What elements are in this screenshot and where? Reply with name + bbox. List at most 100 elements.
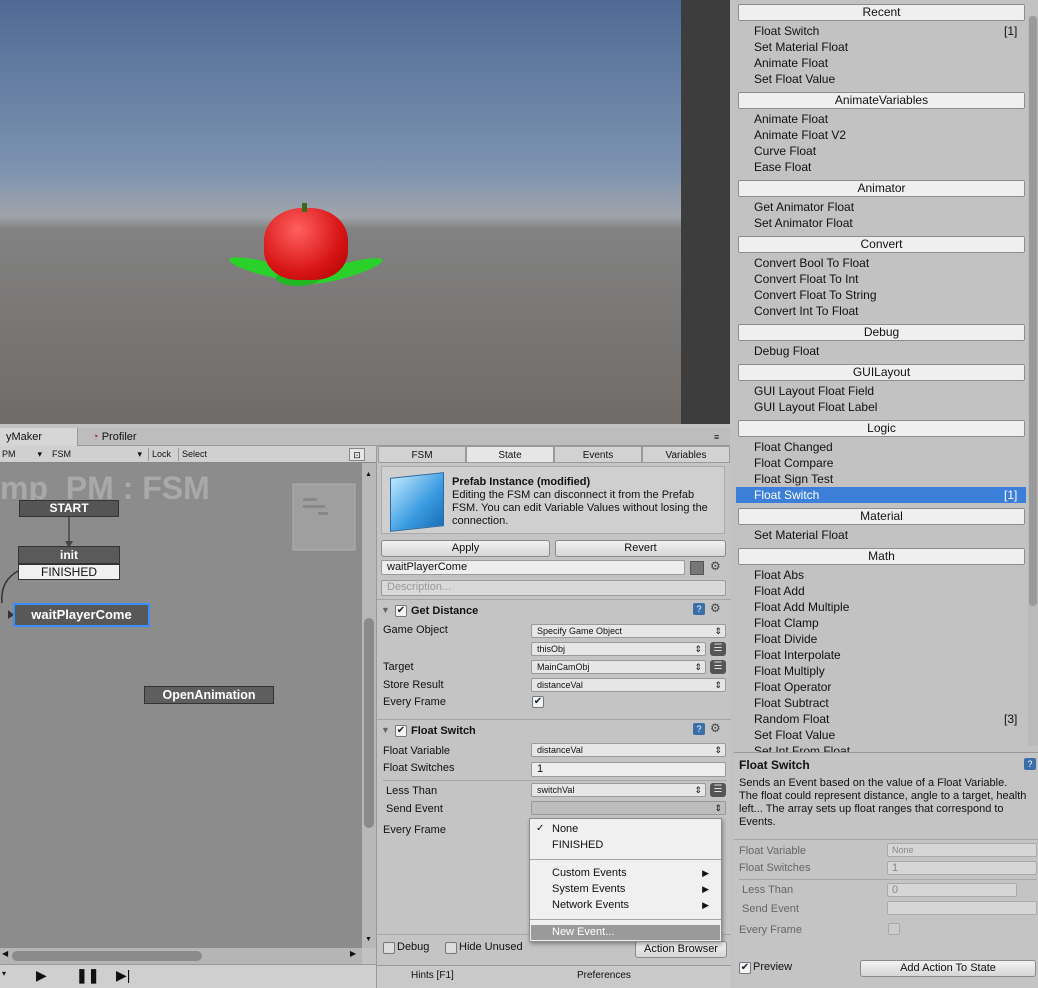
- action-item[interactable]: Convert Bool To Float: [736, 255, 1026, 271]
- variable-toggle-icon[interactable]: ☰: [710, 642, 726, 656]
- float-switch-enabled-checkbox[interactable]: ✔: [395, 725, 407, 737]
- store-result-select[interactable]: distanceVal ⇕: [531, 678, 726, 692]
- action-item[interactable]: Animate Float: [736, 55, 1026, 71]
- help-icon[interactable]: ?: [693, 723, 705, 735]
- tab-playmaker[interactable]: yMaker: [0, 428, 78, 446]
- action-item[interactable]: Get Animator Float: [736, 199, 1026, 215]
- tab-menu-icon[interactable]: ≡: [708, 428, 725, 446]
- graph-vertical-scrollbar[interactable]: ▲ ▼: [362, 463, 376, 948]
- scroll-down-icon[interactable]: ▼: [365, 936, 372, 943]
- scroll-left-icon[interactable]: ◀: [2, 949, 8, 958]
- transition-finished[interactable]: FINISHED: [18, 564, 120, 580]
- preview-checkbox[interactable]: ✔: [739, 962, 751, 974]
- send-event-select[interactable]: ⇕: [531, 801, 726, 815]
- state-init[interactable]: init: [18, 546, 120, 564]
- action-item[interactable]: Set Float Value: [736, 71, 1026, 87]
- collapse-arrow-icon[interactable]: ▼: [381, 725, 390, 735]
- action-item[interactable]: Animate Float: [736, 111, 1026, 127]
- every-frame-checkbox[interactable]: ✔: [532, 696, 544, 708]
- category-header[interactable]: Logic: [738, 420, 1025, 437]
- apple-object[interactable]: [264, 208, 348, 280]
- state-color-swatch[interactable]: [690, 561, 704, 575]
- action-item[interactable]: Convert Float To String: [736, 287, 1026, 303]
- action-item[interactable]: Float Multiply: [736, 663, 1026, 679]
- state-open-animation[interactable]: OpenAnimation: [144, 686, 274, 704]
- help-icon[interactable]: ?: [1024, 758, 1036, 770]
- action-item[interactable]: Ease Float: [736, 159, 1026, 175]
- action-item[interactable]: Float Subtract: [736, 695, 1026, 711]
- action-item[interactable]: Convert Float To Int: [736, 271, 1026, 287]
- tab-events[interactable]: Events: [554, 446, 642, 463]
- variable-toggle-icon[interactable]: ☰: [710, 660, 726, 674]
- action-item[interactable]: Float Switch [1]: [736, 23, 1026, 39]
- help-icon[interactable]: ?: [693, 603, 705, 615]
- debug-checkbox[interactable]: [383, 942, 395, 954]
- variable-toggle-icon[interactable]: ☰: [710, 783, 726, 797]
- select-button[interactable]: Select: [178, 448, 214, 461]
- tab-state[interactable]: State: [466, 446, 554, 463]
- less-than-select[interactable]: switchVal ⇕: [531, 783, 706, 797]
- popup-item-network-events[interactable]: Network Events: [552, 899, 629, 911]
- add-action-to-state-button[interactable]: Add Action To State: [860, 960, 1036, 977]
- hide-unused-checkbox[interactable]: [445, 942, 457, 954]
- fsm-graph-canvas[interactable]: [0, 463, 362, 948]
- action-item[interactable]: Float Changed: [736, 439, 1026, 455]
- action-list-scrollbar[interactable]: [1028, 16, 1038, 746]
- gear-icon[interactable]: ⚙: [710, 559, 721, 573]
- tab-profiler[interactable]: ◔ Profiler: [86, 428, 156, 446]
- popup-item-system-events[interactable]: System Events: [552, 883, 625, 895]
- action-item[interactable]: Set Material Float: [736, 527, 1026, 543]
- pause-icon[interactable]: ❚❚: [76, 967, 99, 984]
- fsm-select[interactable]: FSM ▾: [52, 448, 144, 461]
- action-item[interactable]: Float Compare: [736, 455, 1026, 471]
- game-object-select[interactable]: Specify Game Object ⇕: [531, 624, 726, 638]
- popup-item-none[interactable]: None: [552, 823, 578, 835]
- action-item[interactable]: Float Sign Test: [736, 471, 1026, 487]
- category-header[interactable]: Animator: [738, 180, 1025, 197]
- state-name-field[interactable]: waitPlayerCome: [381, 560, 685, 575]
- hints-button[interactable]: Hints [F1]: [411, 970, 454, 981]
- scroll-right-icon[interactable]: ▶: [350, 949, 356, 958]
- start-node[interactable]: START: [19, 500, 119, 517]
- action-item[interactable]: Float Operator: [736, 679, 1026, 695]
- action-item[interactable]: Set Animator Float: [736, 215, 1026, 231]
- lock-button[interactable]: Lock: [148, 448, 176, 461]
- this-obj-select[interactable]: thisObj ⇕: [531, 642, 706, 656]
- action-item[interactable]: Float Add: [736, 583, 1026, 599]
- collapse-arrow-icon[interactable]: ▼: [381, 605, 390, 615]
- float-switches-field[interactable]: 1: [531, 762, 726, 777]
- action-browser-button[interactable]: Action Browser: [635, 941, 727, 958]
- state-wait-player-come[interactable]: waitPlayerCome: [13, 603, 150, 627]
- graph-horizontal-scrollbar[interactable]: ◀ ▶: [0, 948, 362, 964]
- tab-variables[interactable]: Variables: [642, 446, 730, 463]
- owner-select[interactable]: PM ▾: [2, 448, 44, 461]
- target-select[interactable]: MainCamObj ⇕: [531, 660, 706, 674]
- action-item[interactable]: Convert Int To Float: [736, 303, 1026, 319]
- minimap-toggle-icon[interactable]: ⊡: [349, 448, 365, 461]
- action-item[interactable]: Random Float [3]: [736, 711, 1026, 727]
- action-item[interactable]: Float Add Multiple: [736, 599, 1026, 615]
- action-item[interactable]: Float Clamp: [736, 615, 1026, 631]
- graph-hscroll-thumb[interactable]: [12, 951, 202, 961]
- action-item[interactable]: Set Material Float: [736, 39, 1026, 55]
- action-item[interactable]: Debug Float: [736, 343, 1026, 359]
- action-item[interactable]: Curve Float: [736, 143, 1026, 159]
- action-item[interactable]: Float Abs: [736, 567, 1026, 583]
- action-item[interactable]: Float Switch [1]: [736, 487, 1026, 503]
- popup-item-new-event[interactable]: New Event...: [531, 925, 720, 940]
- gear-icon[interactable]: ⚙: [710, 601, 721, 615]
- category-header[interactable]: AnimateVariables: [738, 92, 1025, 109]
- gear-icon[interactable]: ⚙: [710, 721, 721, 735]
- popup-item-custom-events[interactable]: Custom Events: [552, 867, 627, 879]
- action-item[interactable]: Float Interpolate: [736, 647, 1026, 663]
- tab-fsm[interactable]: FSM: [378, 446, 466, 463]
- graph-scroll-thumb[interactable]: [364, 618, 374, 828]
- category-header[interactable]: Recent: [738, 4, 1025, 21]
- category-header[interactable]: Math: [738, 548, 1025, 565]
- chevron-down-icon[interactable]: ▾: [2, 969, 6, 978]
- apply-button[interactable]: Apply: [381, 540, 550, 557]
- popup-item-finished[interactable]: FINISHED: [552, 839, 603, 851]
- action-list-scroll-thumb[interactable]: [1029, 16, 1037, 606]
- action-item[interactable]: Float Divide: [736, 631, 1026, 647]
- action-item[interactable]: Animate Float V2: [736, 127, 1026, 143]
